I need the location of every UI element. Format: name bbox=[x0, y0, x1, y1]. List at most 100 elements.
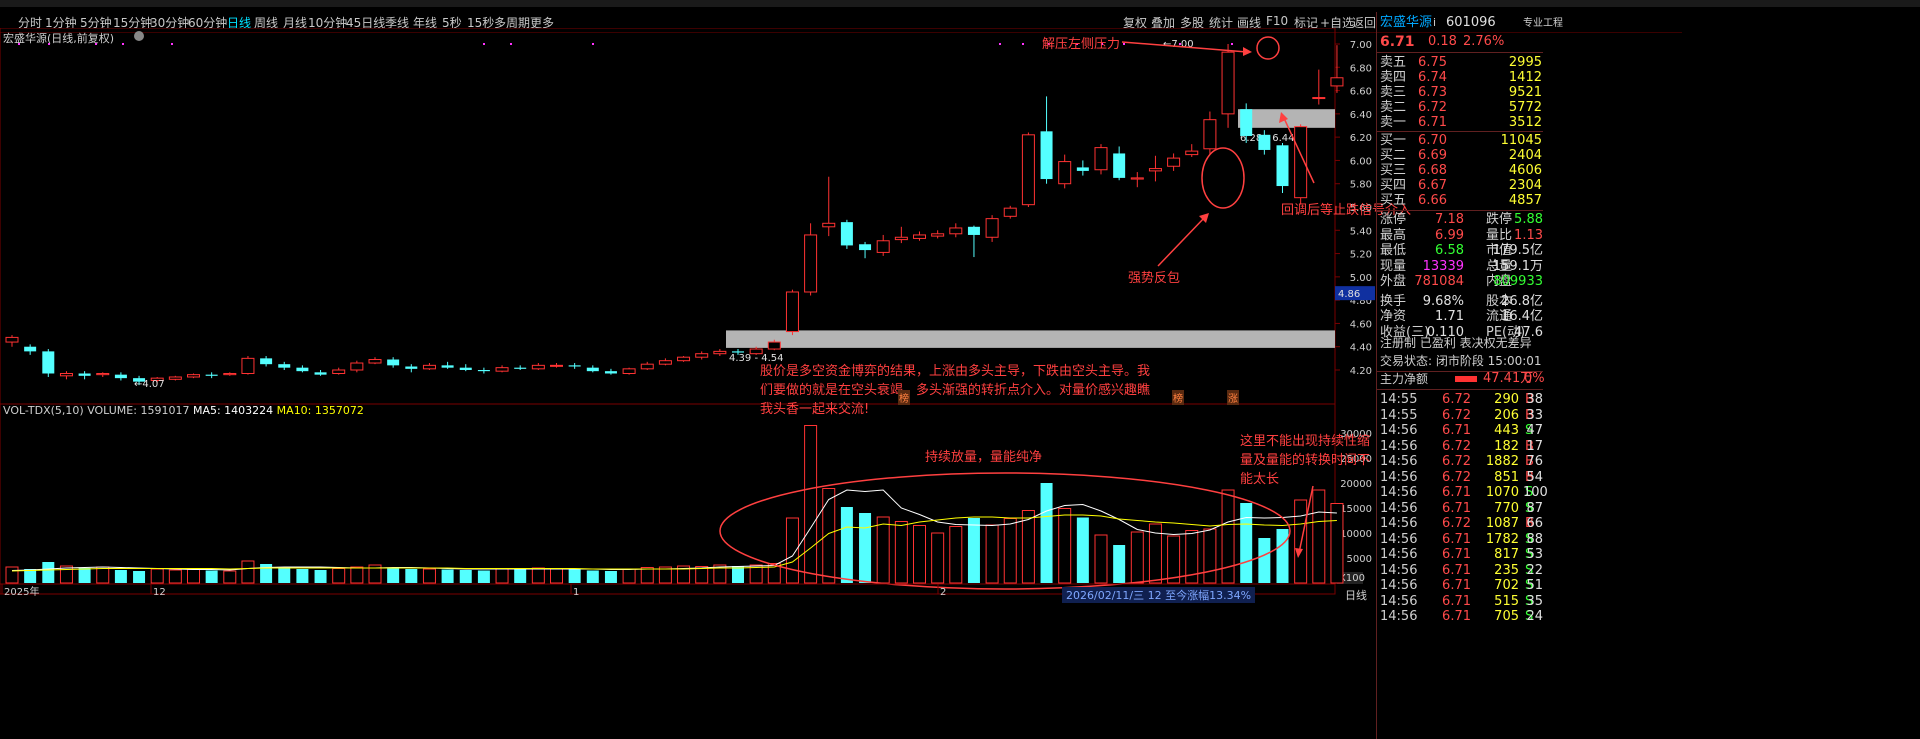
volume-bar bbox=[241, 560, 255, 584]
tick-row: 6.71 bbox=[1442, 423, 1471, 438]
stock-badge: 专业工程 bbox=[1523, 18, 1563, 29]
volume-tick: 15000 bbox=[1340, 504, 1372, 515]
volume-bar bbox=[150, 568, 164, 584]
candle-body bbox=[459, 367, 472, 370]
volume-indicator-name[interactable]: VOL-TDX(5,10) bbox=[3, 404, 84, 417]
stat-row: 1.71 bbox=[1435, 309, 1464, 324]
tick-row: 38 bbox=[1526, 392, 1543, 407]
volume-bar bbox=[514, 569, 527, 583]
tool-5[interactable]: F10 bbox=[1266, 14, 1288, 28]
marker-limit-up[interactable]: 涨 bbox=[1227, 390, 1239, 405]
stock-name[interactable]: 宏盛华源 bbox=[1380, 15, 1432, 31]
volume-bar bbox=[96, 566, 110, 584]
kline-chart[interactable]: 7.006.806.606.406.206.005.805.605.405.20… bbox=[0, 28, 1375, 739]
event-dot bbox=[1231, 43, 1233, 45]
volume-bar bbox=[78, 568, 91, 583]
price-tick: 5.20 bbox=[1350, 250, 1372, 261]
candle-body bbox=[241, 357, 255, 374]
candle-body bbox=[531, 364, 545, 370]
tick-row: 1782 bbox=[1485, 531, 1519, 547]
candle-body bbox=[840, 222, 853, 246]
volume-bar bbox=[1094, 534, 1108, 584]
ask-row: 6.73 bbox=[1418, 85, 1447, 100]
candle-body bbox=[59, 372, 73, 377]
candle-body bbox=[586, 367, 599, 372]
bid-row: 2404 bbox=[1508, 148, 1542, 163]
candle-body bbox=[1167, 157, 1181, 167]
bid-row: 6.67 bbox=[1418, 178, 1447, 193]
tick-row: 817 bbox=[1494, 547, 1519, 562]
volume-bar bbox=[586, 570, 599, 583]
volume-bar bbox=[1330, 503, 1344, 584]
tick-row: 54 bbox=[1526, 469, 1543, 485]
annotation-explanation: 股价是多空资金博弈的结果，上涨由多头主导，下跌由空头主导。我们要做的就是在空头衰… bbox=[760, 364, 1151, 417]
chart-title: 宏盛华源(日线,前复权) bbox=[3, 32, 115, 45]
candle-body bbox=[1221, 51, 1235, 115]
tick-row: 14:56 bbox=[1380, 438, 1418, 454]
chart-settings-icon[interactable] bbox=[134, 31, 144, 41]
stat-row: 13339 bbox=[1422, 258, 1464, 274]
candle-body bbox=[205, 374, 218, 376]
volume-bar bbox=[894, 521, 908, 584]
tick-row: 14:56 bbox=[1380, 469, 1418, 485]
tick-row: 6.71 bbox=[1442, 593, 1471, 609]
candle-body bbox=[568, 365, 581, 367]
price-tick: 4.60 bbox=[1350, 319, 1372, 330]
tick-row: 6.71 bbox=[1442, 500, 1471, 516]
tick-row: 290 bbox=[1494, 392, 1519, 407]
zone-lower bbox=[726, 330, 1335, 348]
price-tick: 6.40 bbox=[1350, 110, 1372, 121]
tick-row: 6.71 bbox=[1442, 578, 1471, 593]
volume-bar bbox=[42, 562, 55, 583]
candle-body bbox=[1094, 147, 1108, 171]
volume-bar bbox=[114, 570, 127, 583]
period-label: 日线 bbox=[1345, 589, 1367, 602]
x-label: 12 bbox=[153, 587, 166, 598]
net-flow-label: 主力净额 bbox=[1380, 372, 1429, 386]
volume-tick: 10000 bbox=[1340, 529, 1372, 540]
volume-bar bbox=[804, 425, 818, 584]
volume-bar bbox=[168, 569, 182, 584]
bid-row: 2304 bbox=[1508, 178, 1542, 193]
tick-row: 14:56 bbox=[1380, 485, 1418, 500]
x-label: 2025年 bbox=[4, 585, 39, 598]
candle-body bbox=[1240, 109, 1253, 136]
candle-body bbox=[1058, 161, 1072, 185]
candle-body bbox=[223, 372, 237, 376]
candle-body bbox=[187, 374, 200, 378]
candle-body bbox=[894, 236, 908, 241]
price-change-pct: 2.76% bbox=[1463, 34, 1505, 49]
high-label: ←7.00 bbox=[1163, 39, 1194, 50]
tick-row: 14:56 bbox=[1380, 516, 1418, 531]
volume-bar bbox=[1021, 510, 1035, 584]
bid-row: 6.69 bbox=[1418, 148, 1447, 163]
stat-row: 7.18 bbox=[1435, 212, 1464, 227]
candle-body bbox=[640, 363, 654, 370]
candle-body bbox=[658, 360, 672, 365]
candle-body bbox=[822, 222, 836, 228]
candle-body bbox=[514, 367, 527, 369]
stat-row: 159.1万 bbox=[1492, 258, 1543, 274]
current-price: 6.71 bbox=[1380, 34, 1415, 50]
candle-body bbox=[1312, 97, 1326, 100]
tick-row: 6.71 bbox=[1442, 485, 1471, 500]
bid-row: 11045 bbox=[1500, 133, 1542, 148]
marker-ranking-2[interactable]: 榜 bbox=[1172, 390, 1184, 405]
ask-row: 6.75 bbox=[1418, 55, 1447, 70]
volume-bar bbox=[985, 524, 999, 584]
tick-row: 515 bbox=[1494, 593, 1519, 609]
price-tick: 4.20 bbox=[1350, 366, 1372, 377]
stat-row: 6.58 bbox=[1435, 243, 1464, 258]
tick-row: 14:56 bbox=[1380, 578, 1418, 593]
ask-row: 6.71 bbox=[1418, 115, 1447, 130]
volume-bar bbox=[568, 569, 581, 583]
candle-body bbox=[931, 233, 945, 237]
price-tick: 5.40 bbox=[1350, 226, 1372, 237]
marker-ranking-1[interactable]: 榜 bbox=[898, 390, 910, 405]
info-icon[interactable]: i bbox=[1433, 15, 1436, 31]
volume-bar bbox=[296, 569, 309, 583]
candle-body bbox=[114, 374, 127, 379]
ask-row: 5772 bbox=[1508, 100, 1542, 115]
candle-body bbox=[1203, 119, 1217, 150]
volume-bar bbox=[822, 488, 836, 584]
